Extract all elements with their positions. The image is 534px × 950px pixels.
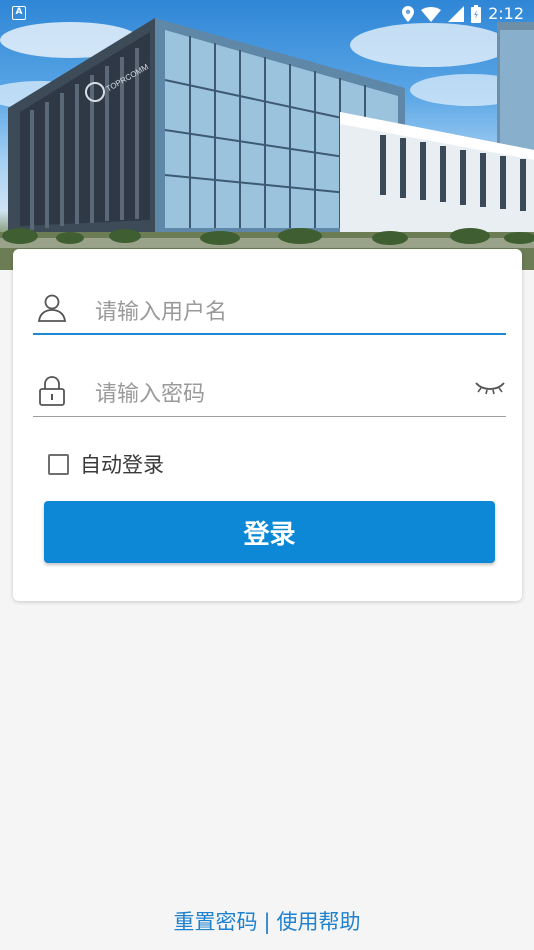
- status-icons: 2:12: [402, 3, 524, 25]
- help-link[interactable]: 使用帮助: [277, 910, 361, 934]
- eye-closed-icon[interactable]: [474, 379, 506, 395]
- lock-icon: [39, 376, 65, 406]
- password-field: [33, 369, 506, 417]
- reset-password-link[interactable]: 重置密码: [173, 910, 257, 934]
- username-field: [33, 287, 506, 335]
- login-card: 自动登录 登录: [13, 249, 522, 601]
- login-button[interactable]: 登录: [44, 501, 495, 563]
- status-time: 2:12: [488, 4, 524, 23]
- checkbox-box[interactable]: [48, 453, 69, 475]
- a-icon: A: [12, 6, 26, 20]
- auto-login-checkbox[interactable]: 自动登录: [48, 449, 164, 479]
- username-input[interactable]: [95, 295, 465, 329]
- auto-login-label: 自动登录: [80, 453, 164, 477]
- footer-separator: |: [263, 910, 271, 934]
- password-input[interactable]: [95, 377, 465, 411]
- location-icon: [402, 6, 415, 22]
- status-bar: A 2:12: [0, 0, 534, 28]
- signal-icon: [448, 6, 465, 22]
- footer-links: 重置密码 | 使用帮助: [0, 906, 534, 938]
- hero-banner: TOPRCOMM: [0, 0, 534, 270]
- user-icon: [37, 294, 67, 322]
- battery-icon: [471, 5, 482, 23]
- wifi-icon: [421, 6, 442, 22]
- building-image: TOPRCOMM: [0, 18, 534, 270]
